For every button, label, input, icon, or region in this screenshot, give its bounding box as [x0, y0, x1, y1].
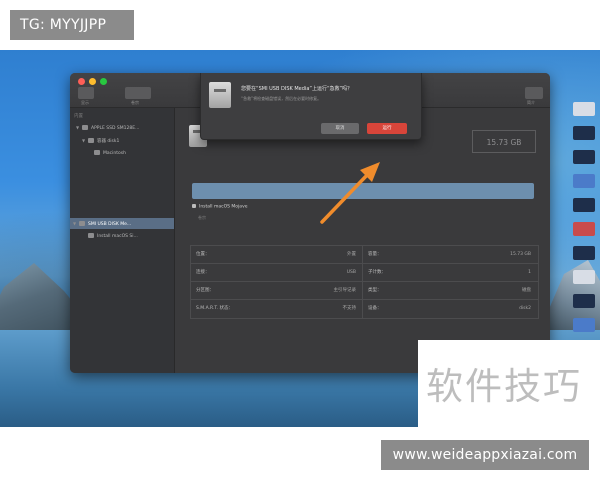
- toolbar-info-button[interactable]: [525, 87, 543, 99]
- info-label: 类型：: [368, 288, 382, 293]
- first-aid-confirm-sheet: 您要在“SMI USB DISK Media”上运行“急救”吗？ “急救”将检查…: [200, 73, 422, 140]
- toolbar-volume-button[interactable]: [125, 87, 151, 99]
- desktop-folder-icon[interactable]: [573, 174, 595, 188]
- info-row: 分区图： 主引导记录 类型： 磁盘: [191, 282, 538, 300]
- desktop-file-icon[interactable]: [573, 150, 595, 164]
- info-value: USB: [346, 270, 356, 275]
- disk-utility-window: 磁盘工具 显示 卷宗 急救 分区 抹掉 恢复 装载 简介 内置 ▼APPLE S…: [70, 73, 550, 373]
- sidebar: 内置 ▼ APPLE SSD SM128E... ▼ 容器 disk1 Macint…: [70, 108, 175, 373]
- info-label: 容量：: [368, 252, 382, 257]
- sidebar-item-usb-disk[interactable]: ▼ SMI USB DISK Me...: [70, 218, 174, 229]
- info-row: 位置： 外置 容量： 15.73 GB: [191, 246, 538, 264]
- info-value: 1: [528, 270, 531, 275]
- external-disk-icon: [79, 221, 85, 226]
- sidebar-item-label: Install macOS Si...: [97, 234, 138, 239]
- watermark-text: 软件技巧: [426, 365, 582, 408]
- telegram-tag-label: TG: MYYJJPP: [10, 10, 134, 40]
- info-label: 分区图：: [196, 288, 214, 293]
- toolbar-view-button[interactable]: [78, 87, 94, 99]
- sidebar-header-internal: 内置: [74, 114, 83, 119]
- desktop-file-icon[interactable]: [573, 294, 595, 308]
- sidebar-item-label: 容器 disk1: [97, 139, 120, 144]
- internal-disk-icon: [82, 125, 88, 130]
- cancel-button[interactable]: 取消: [321, 123, 359, 134]
- volume-name: Install macOS Mojave: [199, 204, 248, 210]
- desktop-file-icon[interactable]: [573, 270, 595, 284]
- sidebar-item-label: SMI USB DISK Me...: [88, 222, 132, 227]
- info-value: 主引导记录: [333, 288, 357, 293]
- info-label: 子计数：: [368, 270, 386, 275]
- capacity-badge: 15.73 GB: [472, 130, 536, 153]
- sidebar-item-macintosh[interactable]: Macintosh: [70, 148, 174, 159]
- container-icon: [88, 138, 94, 143]
- volume-legend: Install macOS Mojave: [192, 204, 248, 210]
- info-value: 不支持: [342, 306, 357, 311]
- info-label: 连接：: [196, 270, 210, 275]
- dialog-title: 您要在“SMI USB DISK Media”上运行“急救”吗？: [241, 86, 353, 92]
- sidebar-item-apple-ssd[interactable]: ▼ APPLE SSD SM128E...: [70, 122, 174, 133]
- sidebar-item-label: Macintosh: [103, 151, 126, 156]
- sidebar-item-container[interactable]: ▼ 容器 disk1: [70, 135, 174, 146]
- main-content: 15.73 GB Install macOS Mojave 卷宗 位置： 外置 …: [175, 108, 550, 373]
- info-label: S.M.A.R.T. 状态：: [196, 306, 234, 311]
- volume-icon: [94, 150, 100, 155]
- desktop-icon-column: [570, 102, 598, 342]
- info-value: 外置: [347, 252, 356, 257]
- toolbar-info-label: 简介: [527, 100, 535, 105]
- desktop-file-icon[interactable]: [573, 126, 595, 140]
- volume-usage-bar: [192, 183, 534, 199]
- desktop-file-icon[interactable]: [573, 222, 595, 236]
- volume-color-swatch-icon: [192, 204, 196, 208]
- info-value: 磁盘: [522, 288, 531, 293]
- info-row: S.M.A.R.T. 状态： 不支持 设备： disk2: [191, 300, 538, 318]
- site-url-label: www.weideappxiazai.com: [381, 440, 589, 470]
- info-label: 设备：: [368, 306, 382, 311]
- dialog-message: “急救”将检查磁盘错误，然后在必要时修复。: [241, 96, 322, 101]
- volume-icon: [88, 233, 94, 238]
- sidebar-item-install-macos[interactable]: Install macOS Si...: [70, 231, 174, 242]
- desktop-file-icon[interactable]: [573, 246, 595, 260]
- info-label: 位置：: [196, 252, 210, 257]
- disclosure-triangle-icon[interactable]: ▼: [73, 218, 77, 229]
- run-button[interactable]: 运行: [367, 123, 407, 134]
- info-value: disk2: [519, 306, 531, 311]
- toolbar-view-label: 显示: [81, 100, 89, 105]
- desktop-file-icon[interactable]: [573, 198, 595, 212]
- volume-sub-label: 卷宗: [198, 215, 206, 220]
- disclosure-triangle-icon[interactable]: ▼: [82, 135, 86, 146]
- toolbar-volume-label: 卷宗: [131, 100, 139, 105]
- desktop-file-icon[interactable]: [573, 102, 595, 116]
- info-row: 连接： USB 子计数： 1: [191, 264, 538, 282]
- sidebar-item-label: APPLE SSD SM128E...: [91, 126, 140, 131]
- watermark-panel: 软件技巧: [418, 340, 600, 428]
- disk-info-table: 位置： 外置 容量： 15.73 GB 连接： USB 子计数： 1 分区图： …: [190, 245, 539, 319]
- disclosure-triangle-icon[interactable]: ▼: [76, 122, 80, 133]
- desktop-folder-icon[interactable]: [573, 318, 595, 332]
- disk-icon: [209, 82, 231, 108]
- info-value: 15.73 GB: [510, 252, 531, 257]
